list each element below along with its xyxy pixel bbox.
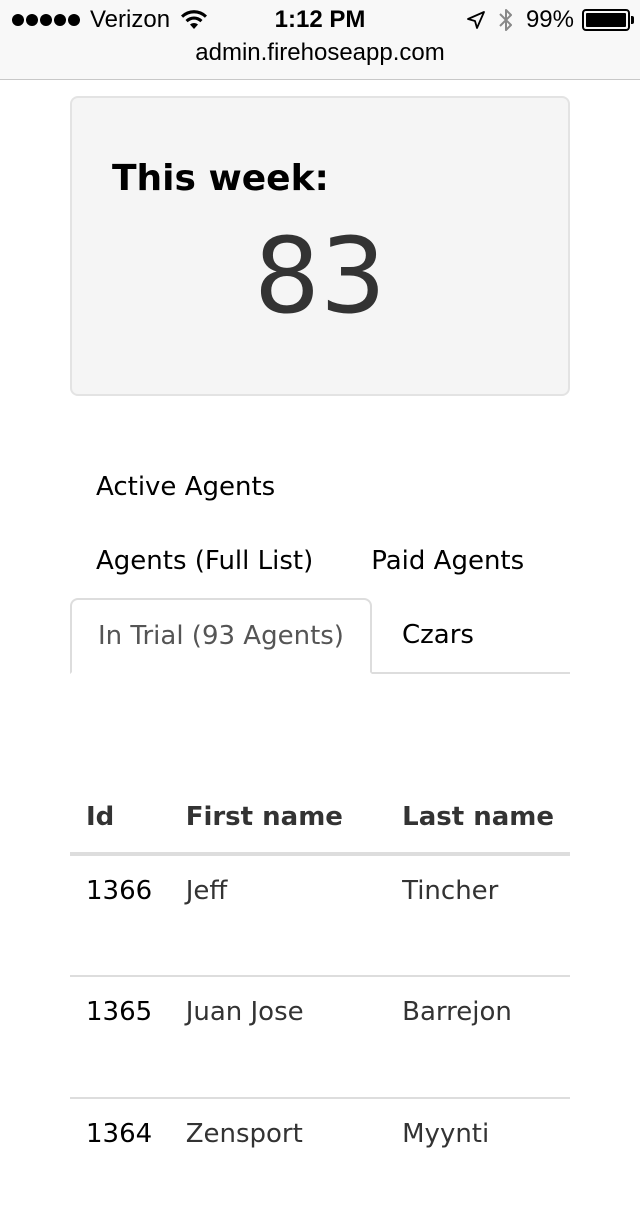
column-header-id[interactable]: Id [70, 782, 170, 856]
table-row[interactable]: 1366 Jeff Tincher [70, 854, 570, 976]
nav-row: Active Agents [70, 450, 570, 524]
column-header-first-name[interactable]: First name [169, 782, 387, 856]
table-header-row: Id First name Last name [70, 782, 570, 856]
url-bar[interactable]: admin.firehoseapp.com [0, 38, 640, 68]
tab-active-agents[interactable]: Active Agents [70, 472, 301, 502]
cell-id: 1365 [70, 975, 170, 1098]
cell-first-name: Juan Jose [169, 975, 387, 1098]
cell-last-name: Barrejon [386, 975, 570, 1098]
location-arrow-icon [467, 11, 485, 29]
this-week-card: This week: 83 [70, 96, 570, 396]
tab-agents-full-list[interactable]: Agents (Full List) [70, 546, 339, 576]
agents-table: Id First name Last name 1366 Jeff Tinche… [70, 782, 570, 1220]
tab-in-trial[interactable]: In Trial (93 Agents) [70, 598, 372, 674]
nav-row: In Trial (93 Agents) Czars [70, 598, 570, 674]
battery-icon [582, 9, 634, 31]
table-row[interactable]: 1364 Zensport Myynti [70, 1097, 570, 1220]
battery-percentage: 99% [525, 6, 574, 33]
bluetooth-icon [499, 9, 512, 31]
table-row[interactable]: 1365 Juan Jose Barrejon [70, 975, 570, 1098]
browser-chrome: Verizon 1:12 PM 99% admin.firehoseapp.co… [0, 0, 640, 80]
cell-id: 1366 [86, 876, 153, 906]
cell-last-name: Myynti [386, 1097, 570, 1220]
main-content: This week: 83 Active Agents Agents (Full… [70, 96, 570, 1220]
tab-paid-agents[interactable]: Paid Agents [339, 546, 550, 576]
column-header-last-name[interactable]: Last name [386, 782, 570, 856]
cell-first-name: Zensport [169, 1097, 387, 1220]
status-bar: Verizon 1:12 PM 99% [0, 0, 640, 40]
cell-first-name: Jeff [185, 876, 228, 906]
nav-row: Agents (Full List) Paid Agents [70, 524, 570, 598]
cell-last-name: Tincher [402, 876, 499, 906]
agent-tabs: Active Agents Agents (Full List) Paid Ag… [70, 450, 570, 674]
status-right: 99% [466, 6, 634, 34]
this-week-count: 83 [253, 215, 387, 337]
cell-id: 1364 [70, 1097, 170, 1220]
this-week-label: This week: [112, 158, 329, 199]
tab-czars[interactable]: Czars [372, 598, 500, 672]
